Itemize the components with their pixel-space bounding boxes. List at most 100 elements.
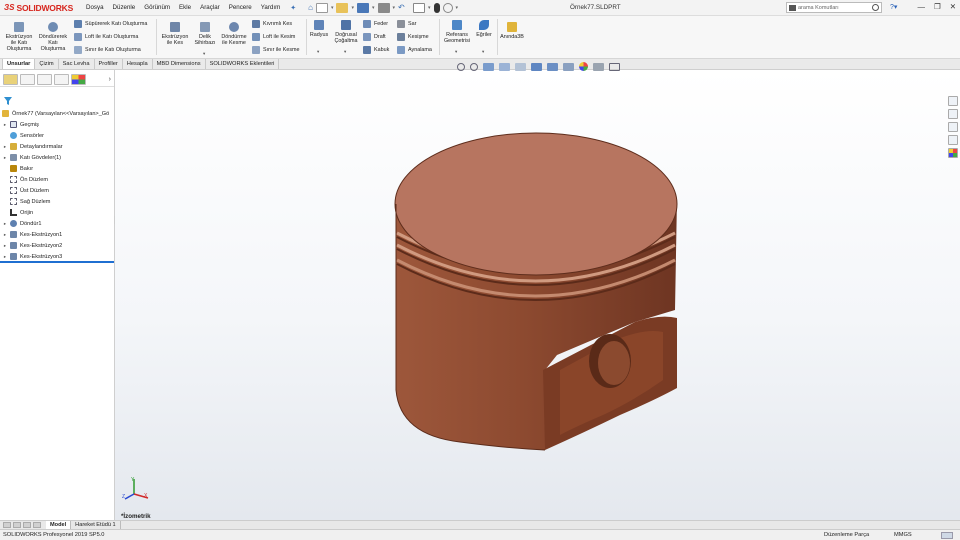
new-document-icon[interactable] [315, 2, 328, 13]
tree-item-front-plane[interactable]: Ön Düzlem [0, 174, 114, 185]
configuration-manager-tab-icon[interactable] [37, 74, 52, 85]
expand-arrow-icon[interactable]: ▸ [0, 155, 10, 161]
display-style-icon[interactable] [547, 62, 558, 71]
swept-cut-button[interactable]: Kıvrımlı Kes [252, 20, 292, 28]
fillet-dropdown-icon[interactable]: ▾ [317, 49, 319, 55]
prev-tab-icon[interactable] [13, 522, 21, 528]
restore-icon[interactable]: ❐ [934, 2, 941, 11]
home-icon[interactable]: ⌂ [308, 3, 313, 12]
previous-view-icon[interactable] [483, 62, 494, 71]
tab-features[interactable]: Unsurlar [2, 59, 36, 69]
menu-edit[interactable]: Düzenle [113, 4, 136, 11]
swept-boss-button[interactable]: Süpürerek Katı Oluşturma [74, 20, 147, 28]
chevron-right-icon[interactable]: › [109, 76, 111, 83]
revolve-cut-button[interactable]: Döndürme ile Kesme [219, 22, 249, 46]
shell-button[interactable]: Kabuk [363, 46, 389, 54]
feature-manager-tab-icon[interactable] [3, 74, 18, 85]
open-folder-icon[interactable] [336, 2, 349, 13]
rollback-bar[interactable] [0, 261, 114, 263]
customize-status-icon[interactable] [941, 532, 953, 539]
last-tab-icon[interactable] [33, 522, 41, 528]
tree-item-annotations[interactable]: ▸ Detaylandırmalar [0, 141, 114, 152]
intersect-button[interactable]: Kesişme [397, 33, 429, 41]
apply-scene-icon[interactable] [593, 62, 604, 71]
filter-icon[interactable] [4, 97, 12, 105]
command-search-input[interactable]: arama Komutları [786, 2, 882, 13]
tree-item-right-plane[interactable]: Sağ Düzlem [0, 196, 114, 207]
tree-item-history[interactable]: ▸ Geçmiş [0, 119, 114, 130]
menu-view[interactable]: Görünüm [144, 4, 170, 11]
select-cursor-icon[interactable] [413, 2, 426, 13]
tree-item-solid-bodies[interactable]: ▸ Katı Gövdeler(1) [0, 152, 114, 163]
zoom-to-fit-icon[interactable] [457, 62, 465, 71]
revolve-boss-button[interactable]: Döndürerek Katı Oluşturma [37, 22, 69, 52]
edit-appearance-icon[interactable] [579, 62, 588, 71]
tree-item-top-plane[interactable]: Üst Düzlem [0, 185, 114, 196]
graphics-area[interactable]: — ❐ □ ✕ [115, 70, 960, 520]
section-view-icon[interactable] [499, 62, 510, 71]
undo-icon[interactable]: ↶ [398, 3, 410, 13]
view-settings-icon[interactable] [609, 62, 620, 71]
reference-geometry-button[interactable]: Referans Geometrisi [441, 20, 473, 44]
extrude-cut-button[interactable]: Ekstrüzyon ile Kes [159, 22, 191, 46]
expand-arrow-icon[interactable]: ▸ [0, 221, 10, 227]
menu-tools[interactable]: Araçlar [200, 4, 220, 11]
property-manager-tab-icon[interactable] [20, 74, 35, 85]
options-icon[interactable] [442, 2, 453, 13]
tree-root-part[interactable]: Örnek77 (Varsayılan<<Varsayılan>_Gö [0, 108, 114, 119]
tree-item-cut-extrude2[interactable]: ▸ Kes-Ekstrüzyon2 [0, 240, 114, 251]
menu-insert[interactable]: Ekle [179, 4, 191, 11]
print-icon[interactable] [377, 2, 390, 13]
rib-button[interactable]: Feder [363, 20, 388, 28]
tab-profiles[interactable]: Profiller [95, 59, 123, 69]
draft-button[interactable]: Draft [363, 33, 386, 41]
dynamic-annotation-icon[interactable] [515, 62, 526, 71]
appearances-icon[interactable] [948, 148, 958, 158]
tab-solidworks-addins[interactable]: SOLIDWORKS Eklentileri [206, 59, 280, 69]
dimxpert-manager-tab-icon[interactable] [54, 74, 69, 85]
search-icon[interactable] [872, 4, 879, 11]
menu-window[interactable]: Pencere [229, 4, 252, 11]
help-icon[interactable]: ?▾ [890, 3, 897, 11]
zoom-to-area-icon[interactable] [470, 62, 478, 71]
loft-cut-button[interactable]: Loft ile Kesim [252, 33, 295, 41]
tree-item-origin[interactable]: Orijin [0, 207, 114, 218]
rebuild-icon[interactable] [433, 2, 440, 13]
tree-item-revolve1[interactable]: ▸ Döndür1 [0, 218, 114, 229]
expand-arrow-icon[interactable]: ▸ [0, 243, 10, 249]
tab-mbd-dimensions[interactable]: MBD Dimensions [153, 59, 206, 69]
file-explorer-icon[interactable] [948, 122, 958, 132]
hide-show-items-icon[interactable] [563, 62, 574, 71]
curves-button[interactable]: Eğriler [474, 20, 494, 38]
tree-item-material[interactable]: Bakır [0, 163, 114, 174]
save-icon[interactable] [356, 2, 369, 13]
reference-geometry-dropdown-icon[interactable]: ▾ [455, 49, 457, 55]
hole-wizard-button[interactable]: Delik Sihirbazı [192, 22, 218, 46]
wrap-button[interactable]: Sar [397, 20, 416, 28]
close-icon[interactable]: ✕ [950, 2, 956, 11]
tab-sheet-metal[interactable]: Sac Levha [59, 59, 95, 69]
pattern-dropdown-icon[interactable]: ▾ [344, 49, 346, 55]
mirror-button[interactable]: Aynalama [397, 46, 432, 54]
display-manager-tab-icon[interactable] [71, 74, 86, 85]
tree-item-sensors[interactable]: Sensörler [0, 130, 114, 141]
expand-arrow-icon[interactable]: ▸ [0, 254, 10, 260]
solidworks-logo[interactable]: ЗS SOLIDWORKS [0, 3, 86, 13]
linear-pattern-button[interactable]: Doğrusal Çoğaltma [331, 20, 361, 44]
search-type-icon[interactable] [789, 4, 796, 11]
view-orientation-icon[interactable] [531, 62, 542, 71]
fillet-button[interactable]: Radyus [308, 20, 330, 38]
boundary-boss-button[interactable]: Sınır ile Katı Oluşturma [74, 46, 141, 54]
boundary-cut-button[interactable]: Sınır ile Kesme [252, 46, 300, 54]
tab-evaluate[interactable]: Hesapla [123, 59, 153, 69]
extrude-boss-button[interactable]: Ekstrüzyon ile Katı Oluşturma [4, 22, 34, 52]
curves-dropdown-icon[interactable]: ▾ [482, 49, 484, 55]
first-tab-icon[interactable] [3, 522, 11, 528]
view-palette-icon[interactable] [948, 135, 958, 145]
tree-item-cut-extrude1[interactable]: ▸ Kes-Ekstrüzyon1 [0, 229, 114, 240]
menu-help[interactable]: Yardım [261, 4, 280, 11]
loft-boss-button[interactable]: Loft ile Katı Oluşturma [74, 33, 138, 41]
units-selector[interactable]: MMGS [894, 532, 912, 538]
expand-arrow-icon[interactable]: ▸ [0, 144, 10, 150]
pin-icon[interactable]: ✦ [290, 4, 296, 12]
